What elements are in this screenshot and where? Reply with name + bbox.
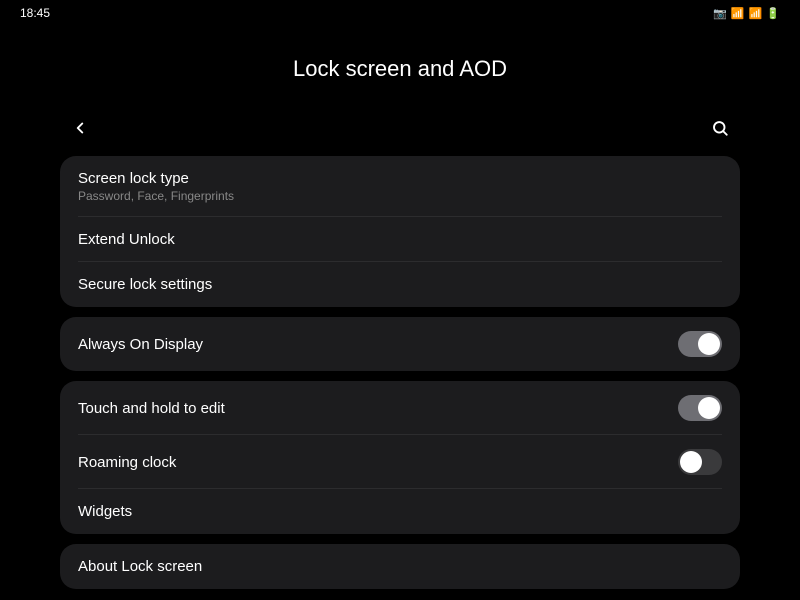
always-on-display-toggle[interactable] bbox=[678, 331, 722, 357]
main-content: Screen lock type Password, Face, Fingerp… bbox=[0, 112, 800, 589]
back-button[interactable] bbox=[64, 112, 96, 144]
status-bar: 18:45 📷 📶 📶 🔋 bbox=[0, 0, 800, 26]
screen-lock-type-subtitle: Password, Face, Fingerprints bbox=[78, 189, 722, 203]
about-card[interactable]: About Lock screen bbox=[60, 544, 740, 589]
widgets-title: Widgets bbox=[78, 503, 722, 520]
roaming-clock-row: Roaming clock bbox=[78, 449, 722, 475]
search-button[interactable] bbox=[704, 112, 736, 144]
security-card: Screen lock type Password, Face, Fingerp… bbox=[60, 156, 740, 307]
screen-lock-type-title: Screen lock type bbox=[78, 170, 722, 187]
screen-lock-type-item[interactable]: Screen lock type Password, Face, Fingerp… bbox=[60, 156, 740, 217]
battery-icon: 🔋 bbox=[766, 7, 780, 20]
page-title: Lock screen and AOD bbox=[0, 56, 800, 82]
wifi-icon: 📶 bbox=[731, 7, 745, 20]
roaming-clock-toggle[interactable] bbox=[678, 449, 722, 475]
signal-icon: 📶 bbox=[749, 7, 763, 20]
secure-lock-settings-item[interactable]: Secure lock settings bbox=[60, 262, 740, 307]
touch-hold-title: Touch and hold to edit bbox=[78, 400, 225, 417]
about-lock-screen-item[interactable]: About Lock screen bbox=[60, 544, 740, 589]
widgets-item[interactable]: Widgets bbox=[60, 489, 740, 534]
touch-hold-row: Touch and hold to edit bbox=[78, 395, 722, 421]
secure-lock-settings-title: Secure lock settings bbox=[78, 276, 722, 293]
always-on-display-item[interactable]: Always On Display bbox=[60, 317, 740, 371]
touch-hold-toggle[interactable] bbox=[678, 395, 722, 421]
always-on-display-row: Always On Display bbox=[78, 331, 722, 357]
always-on-display-toggle-thumb bbox=[698, 333, 720, 355]
touch-hold-item[interactable]: Touch and hold to edit bbox=[60, 381, 740, 435]
roaming-clock-title: Roaming clock bbox=[78, 454, 176, 471]
roaming-clock-item[interactable]: Roaming clock bbox=[60, 435, 740, 489]
extend-unlock-item[interactable]: Extend Unlock bbox=[60, 217, 740, 262]
about-lock-screen-title: About Lock screen bbox=[78, 558, 722, 575]
always-on-display-title: Always On Display bbox=[78, 336, 203, 353]
status-icons: 📷 📶 📶 🔋 bbox=[713, 7, 780, 20]
nav-row bbox=[60, 112, 740, 144]
extend-unlock-title: Extend Unlock bbox=[78, 231, 722, 248]
touch-hold-toggle-thumb bbox=[698, 397, 720, 419]
interaction-card: Touch and hold to edit Roaming clock Wid… bbox=[60, 381, 740, 534]
camera-icon: 📷 bbox=[713, 7, 727, 20]
display-card: Always On Display bbox=[60, 317, 740, 371]
roaming-clock-toggle-thumb bbox=[680, 451, 702, 473]
status-time: 18:45 bbox=[20, 6, 50, 20]
